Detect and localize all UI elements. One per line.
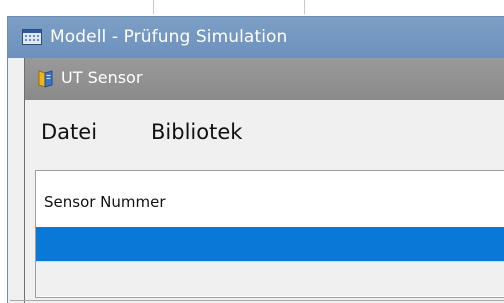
menu-bibliotek[interactable]: Bibliotek	[151, 120, 242, 144]
menu-datei[interactable]: Datei	[41, 120, 97, 144]
inner-window-titlebar[interactable]: UT Sensor	[25, 58, 504, 100]
column-header-sensor-nummer: Sensor Nummer	[44, 193, 166, 211]
window-icon	[22, 29, 42, 45]
menu-bar: Datei Bibliotek	[25, 100, 504, 162]
list-row-selected[interactable]	[36, 227, 504, 261]
inner-window: UT Sensor Datei Bibliotek Sensor Nummer	[24, 58, 504, 303]
list-header: Sensor Nummer	[36, 171, 504, 227]
sensor-list[interactable]: Sensor Nummer	[35, 170, 504, 298]
separator	[153, 0, 154, 14]
book-icon	[37, 69, 55, 89]
inner-window-title: UT Sensor	[61, 68, 143, 87]
list-row[interactable]	[36, 261, 504, 296]
outer-window-titlebar[interactable]: Modell - Prüfung Simulation	[8, 17, 504, 58]
divider	[10, 300, 504, 301]
separator	[304, 0, 305, 14]
screen: Modell - Prüfung Simulation UT Sensor Da…	[0, 0, 504, 303]
outer-window-title: Modell - Prüfung Simulation	[50, 27, 288, 47]
